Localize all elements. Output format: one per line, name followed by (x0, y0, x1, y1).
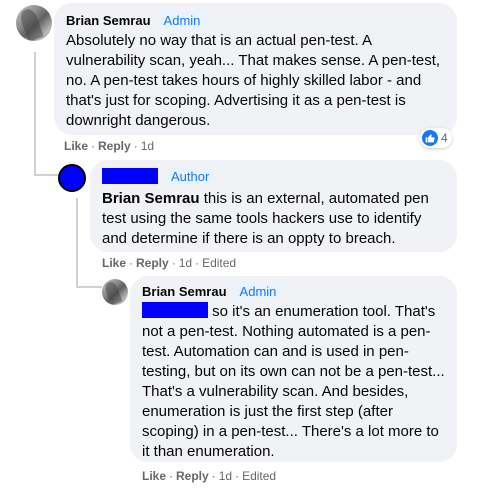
comment-actions-2: Like · Reply · 1d · Edited (102, 256, 236, 270)
redacted-mention (142, 302, 208, 318)
comment-actions-3: Like · Reply · 1d · Edited (142, 469, 276, 483)
separator-dot: · (133, 139, 138, 153)
like-button[interactable]: Like (102, 256, 126, 270)
comment-actions-1: Like · Reply · 1d (64, 139, 154, 153)
comment-body: not a pen-test. Nothing automated is a p… (142, 323, 445, 460)
timestamp[interactable]: 1d (179, 256, 192, 270)
separator-dot: · (195, 256, 200, 270)
reply-button[interactable]: Reply (136, 256, 169, 270)
comment-author[interactable]: Brian Semrau (142, 284, 227, 299)
separator-dot: · (91, 139, 96, 153)
reply-button[interactable]: Reply (98, 139, 131, 153)
separator-dot: · (211, 469, 216, 483)
timestamp[interactable]: 1d (219, 469, 232, 483)
comment-text: Absolutely no way that is an actual pen-… (66, 32, 441, 129)
thread-line-reply-curve (76, 286, 102, 288)
redacted-name (102, 168, 158, 184)
separator-dot: · (169, 469, 174, 483)
comment-author[interactable]: Brian Semrau (66, 13, 151, 28)
timestamp[interactable]: 1d (141, 139, 154, 153)
separator-dot: · (235, 469, 240, 483)
like-icon (422, 130, 438, 146)
reaction-summary[interactable]: 4 (420, 128, 452, 148)
avatar[interactable] (58, 164, 86, 192)
author-badge: Author (166, 167, 215, 185)
comment-bubble-1: Brian Semrau Admin Absolutely no way tha… (54, 3, 457, 135)
thread-line-main (34, 52, 36, 176)
thread-line-main-curve (34, 174, 60, 176)
thread-line-reply (76, 198, 78, 288)
edited-label: Edited (242, 469, 277, 483)
separator-dot: · (171, 256, 176, 270)
comment-text: Brian Semrau this is an external, automa… (102, 189, 445, 249)
like-button[interactable]: Like (64, 139, 88, 153)
comment-text: so it's an enumeration tool. That's not … (142, 302, 445, 462)
separator-dot: · (129, 256, 134, 270)
like-button[interactable]: Like (142, 469, 166, 483)
admin-badge: Admin (158, 11, 206, 29)
reply-button[interactable]: Reply (176, 469, 209, 483)
mention-link[interactable]: Brian Semrau (102, 190, 200, 207)
comment-body-first-line: so it's an enumeration tool. That's (212, 303, 436, 320)
comment-bubble-3: Brian Semrau Admin so it's an enumeratio… (130, 276, 457, 462)
avatar[interactable] (102, 279, 128, 305)
reaction-count: 4 (441, 131, 448, 145)
edited-label: Edited (202, 256, 237, 270)
admin-badge: Admin (234, 282, 282, 300)
comment-bubble-2: Author Brian Semrau this is an external,… (90, 160, 457, 252)
avatar[interactable] (16, 5, 52, 41)
